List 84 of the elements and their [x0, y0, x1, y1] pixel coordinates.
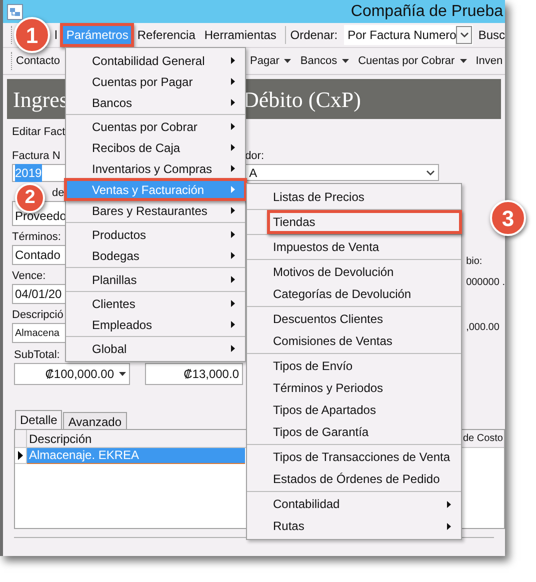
menu-item[interactable]: Tipos de Apartados [247, 399, 461, 421]
toolbar-menu[interactable]: Inven [476, 52, 503, 70]
menu-item[interactable]: Estados de Órdenes de Pedido [247, 468, 461, 490]
submenu-arrow-icon [231, 123, 235, 130]
submenu-arrow-icon [231, 99, 235, 106]
submenu-arrow-icon [231, 78, 235, 85]
submenu-arrow-icon [231, 345, 235, 352]
menu-item[interactable]: Productos [66, 224, 245, 245]
field-label: SubTotal: [14, 348, 60, 363]
menu-item[interactable]: Tiendas [247, 211, 461, 233]
search-label: Busc [478, 27, 505, 44]
menu-item[interactable]: Inventarios y Compras [66, 158, 245, 179]
sort-dropdown[interactable]: Por Factura Numero [344, 25, 474, 45]
menu-item[interactable]: Bodegas [66, 245, 245, 266]
field-label: Términos: [12, 230, 61, 245]
menu-item[interactable]: Bares y Restaurantes [66, 200, 245, 221]
submenu-arrow-icon [231, 57, 235, 64]
submenu-arrow-icon [231, 144, 235, 151]
submenu-arrow-icon [447, 500, 451, 508]
menu-item[interactable]: Cuentas por Pagar [66, 71, 245, 92]
header-title: Ingres [13, 86, 68, 114]
chevron-down-icon [460, 32, 469, 38]
field-label: Vence: [12, 269, 46, 284]
menu-item[interactable]: Categorías de Devolución [247, 283, 461, 305]
submenu-arrow-icon [231, 300, 235, 307]
caret-icon [460, 59, 467, 63]
field-label: Factura N [12, 149, 60, 164]
toolbar-menu[interactable]: Contacto [16, 52, 60, 70]
submenu-arrow-icon [231, 165, 235, 172]
field-label: dor: [245, 149, 264, 164]
menu-item[interactable]: Comisiones de Ventas [247, 330, 461, 352]
submenu-arrow-icon [231, 321, 235, 328]
window-title: Compañía de Prueba [350, 2, 503, 22]
menu-item[interactable]: Tipos de Garantía [247, 421, 461, 443]
menu-item[interactable]: Contabilidad [247, 493, 461, 515]
section-label: Editar Fact [12, 125, 66, 140]
menu-item[interactable]: Términos y Periodos [247, 377, 461, 399]
column-header[interactable]: Descripción [27, 430, 92, 447]
menu-item[interactable]: Empleados [66, 314, 245, 335]
menu-item[interactable]: Descuentos Clientes [247, 308, 461, 330]
field-label: Descripció [12, 308, 64, 323]
menu-item[interactable]: Planillas [66, 269, 245, 290]
menu-item[interactable]: Tipos de Transacciones de Venta [247, 446, 461, 468]
chevron-down-icon [426, 170, 436, 176]
field-label: de [52, 186, 64, 201]
menu-item[interactable]: Listas de Precios [247, 186, 461, 208]
menu-item[interactable]: Rutas [247, 515, 461, 537]
submenu-arrow-icon [231, 231, 235, 238]
step-badge: 3 [490, 200, 526, 236]
toolbar-menu[interactable]: Bancos [300, 52, 350, 70]
submenu-arrow-icon [231, 207, 235, 214]
total-value: ,000.00 [466, 321, 500, 335]
toolbar-menu[interactable]: Pagar [250, 52, 292, 70]
caret-icon [284, 59, 292, 63]
menu-item[interactable]: l [50, 25, 62, 45]
menu-item[interactable]: Recibos de Caja [66, 137, 245, 158]
app-icon[interactable] [7, 4, 23, 20]
amount-field[interactable]: ₡13,000.0 [145, 363, 243, 385]
tab[interactable]: Detalle [15, 410, 62, 429]
header-title: Débito (CxP) [242, 86, 361, 114]
submenu-arrow-icon [231, 186, 235, 193]
menu-item[interactable]: Tipos de Envío [247, 355, 461, 377]
caret-icon [119, 372, 126, 376]
menu-item[interactable]: Contabilidad General [66, 50, 245, 71]
menu-item[interactable]: Bancos [66, 92, 245, 113]
menu-item[interactable]: Cuentas por Cobrar [66, 116, 245, 137]
submenu-arrow-icon [231, 252, 235, 259]
sort-label: Ordenar: [290, 27, 338, 44]
menu-item[interactable]: Herramientas [200, 25, 280, 45]
menu-item[interactable]: Impuestos de Venta [247, 236, 461, 258]
field-label: bio: [466, 255, 484, 269]
tab[interactable]: Avanzado [63, 412, 127, 429]
submenu-arrow-icon [447, 522, 451, 530]
rate-value: 000000 . [466, 276, 505, 290]
toolbar-menu[interactable]: Cuentas por Cobrar [358, 52, 467, 70]
supplier-dropdown[interactable]: A [245, 164, 440, 181]
menu-item[interactable]: Clientes [66, 293, 245, 314]
menu-item[interactable]: Global [66, 338, 245, 359]
amount-field[interactable]: ₡100,000.00 [14, 363, 130, 385]
column-header[interactable]: de Costo [462, 430, 504, 447]
submenu-arrow-icon [231, 276, 235, 283]
menu-item[interactable]: Motivos de Devolución [247, 261, 461, 283]
caret-icon [342, 59, 350, 63]
menu-item[interactable]: Referencia [133, 25, 200, 45]
